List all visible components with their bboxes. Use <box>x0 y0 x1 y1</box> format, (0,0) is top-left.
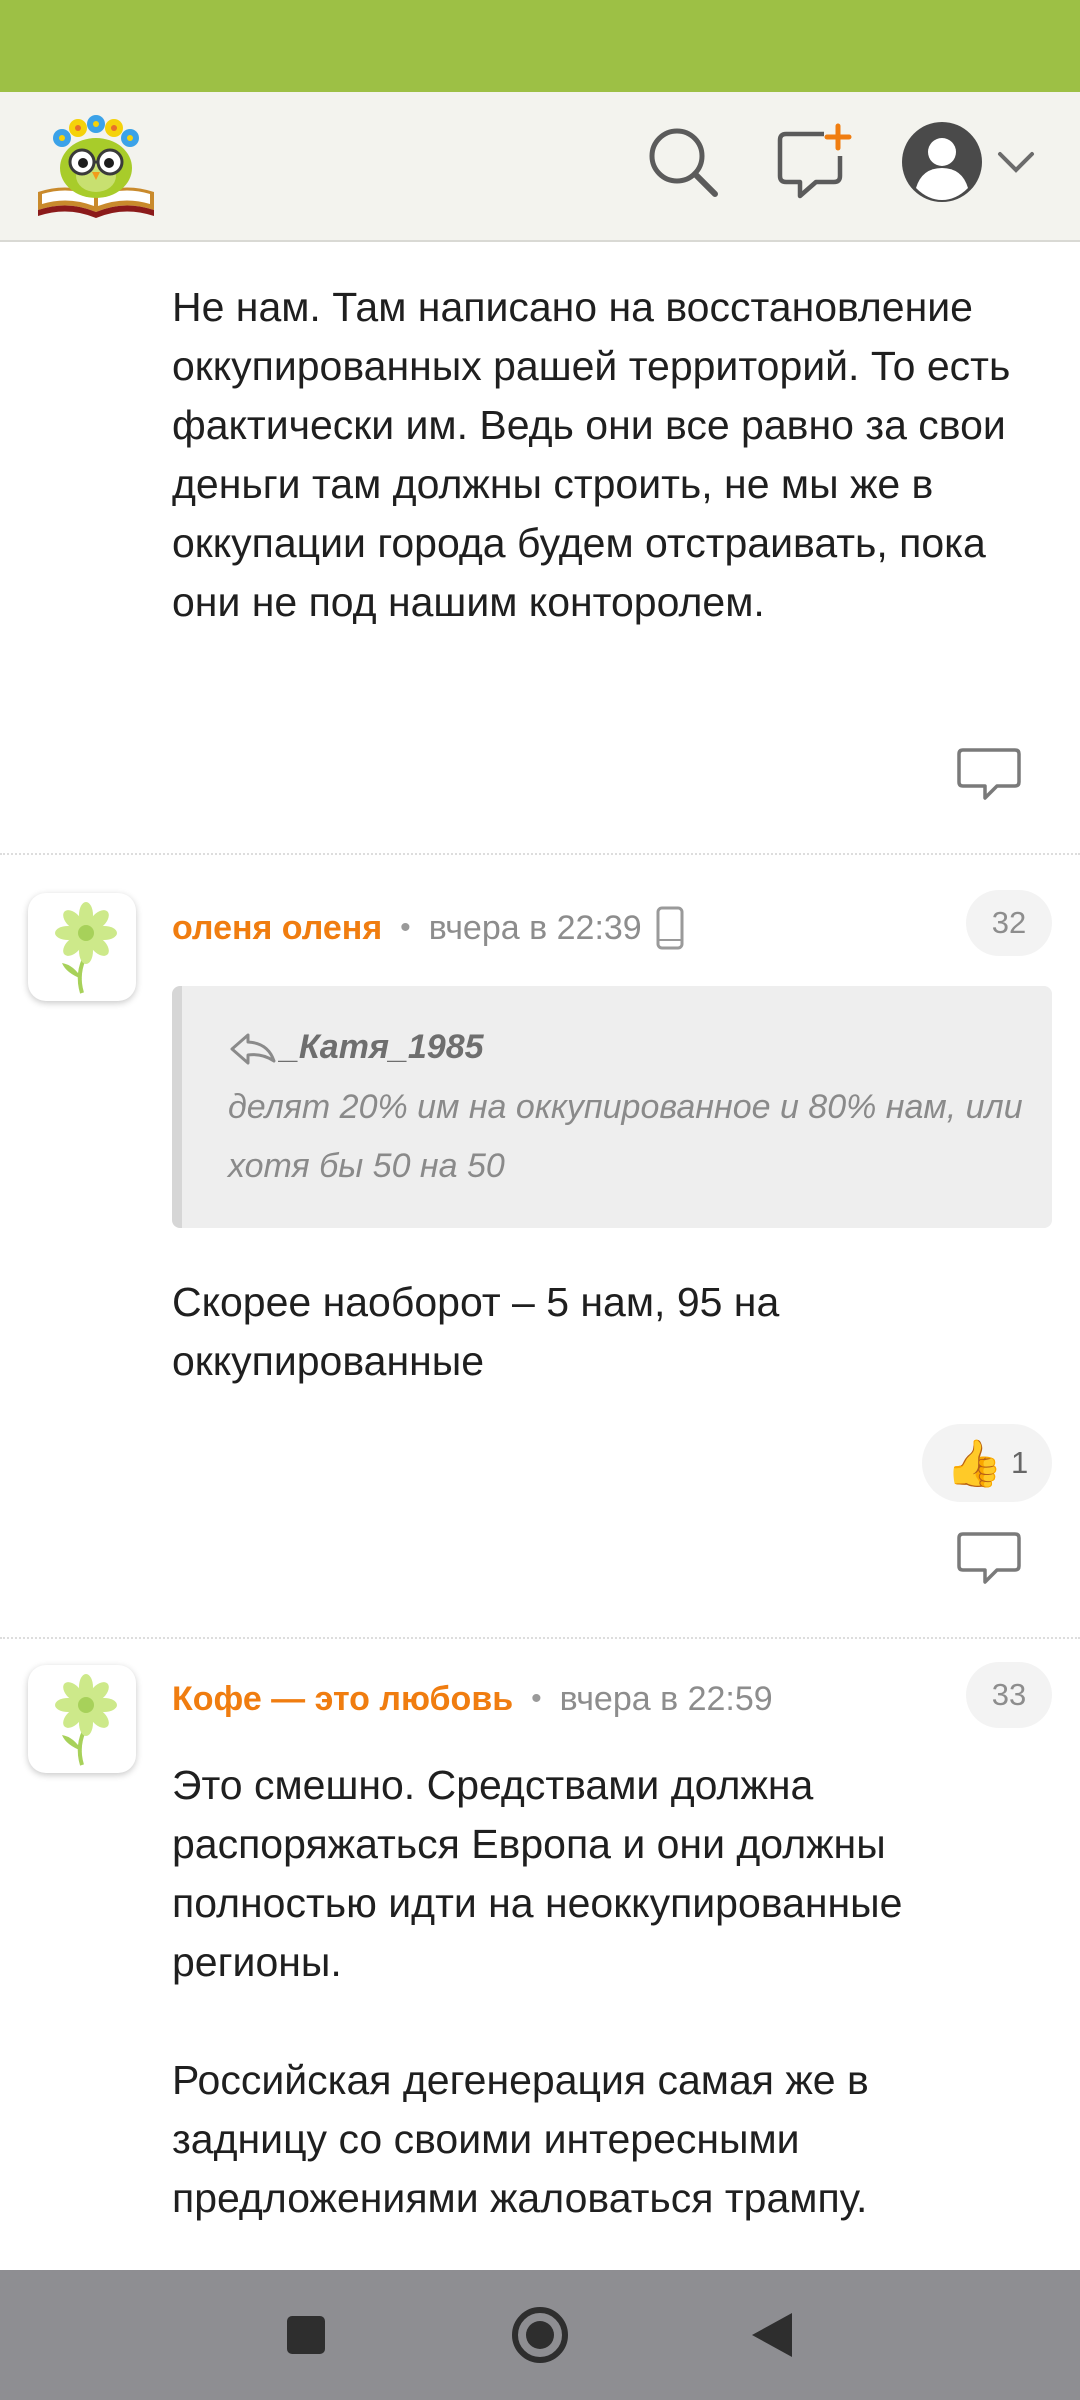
profile-menu-button[interactable] <box>900 120 1040 204</box>
separator-dot: • <box>531 1682 542 1715</box>
separator-dot: • <box>400 911 411 944</box>
comment-time[interactable]: вчера в 22:59 <box>560 1680 773 1719</box>
avatar[interactable] <box>28 893 136 1001</box>
quote-text: делят 20% им на оккупированное и 80% нам… <box>228 1088 1023 1185</box>
new-post-icon[interactable] <box>774 122 854 202</box>
search-icon[interactable] <box>643 122 723 202</box>
reply-icon[interactable] <box>957 746 1021 802</box>
comment-author[interactable]: Кофе — это любовь <box>172 1680 513 1719</box>
comment-body: Российская дегенерация самая же в задниц… <box>172 2057 869 2221</box>
reply-icon[interactable] <box>957 1530 1021 1586</box>
comment-number-badge[interactable]: 33 <box>966 1662 1052 1728</box>
comment-body: Скорее наоборот – 5 нам, 95 на оккупиров… <box>172 1279 780 1384</box>
thumbs-up-icon: 👍 <box>945 1437 1004 1489</box>
circle-home-icon[interactable] <box>500 2295 580 2375</box>
avatar[interactable] <box>28 1665 136 1773</box>
like-count: 1 <box>1011 1445 1029 1480</box>
quote-author[interactable]: _Катя_1985 <box>280 1028 484 1067</box>
comment-meta: оленя оленя • вчера в 22:39 <box>172 902 684 954</box>
status-bar <box>0 0 1080 92</box>
system-nav-bar <box>0 2270 1080 2400</box>
comment-divider <box>0 853 1080 855</box>
reply-arrow-icon <box>230 1033 276 1064</box>
comment-divider <box>0 1637 1080 1639</box>
chevron-down-icon <box>998 152 1034 173</box>
triangle-back-icon[interactable] <box>734 2295 814 2375</box>
like-button[interactable]: 👍 1 <box>922 1424 1052 1502</box>
comment-author[interactable]: оленя оленя <box>172 909 382 948</box>
app-header <box>0 92 1080 242</box>
comment-number-badge[interactable]: 32 <box>966 890 1052 956</box>
comment-body: Не нам. Там написано на восстановление о… <box>172 284 1011 625</box>
mobile-phone-icon <box>656 906 684 950</box>
comment-body: Это смешно. Средствами должна распоряжат… <box>172 1762 903 1985</box>
comment-meta: Кофе — это любовь • вчера в 22:59 <box>172 1673 773 1725</box>
quote-block: _Катя_1985 делят 20% им на оккупированно… <box>172 986 1052 1228</box>
comment-time[interactable]: вчера в 22:39 <box>429 909 642 948</box>
user-avatar-icon <box>902 122 982 202</box>
square-recents-icon[interactable] <box>266 2295 346 2375</box>
owl-on-book-logo-icon[interactable] <box>34 110 158 220</box>
